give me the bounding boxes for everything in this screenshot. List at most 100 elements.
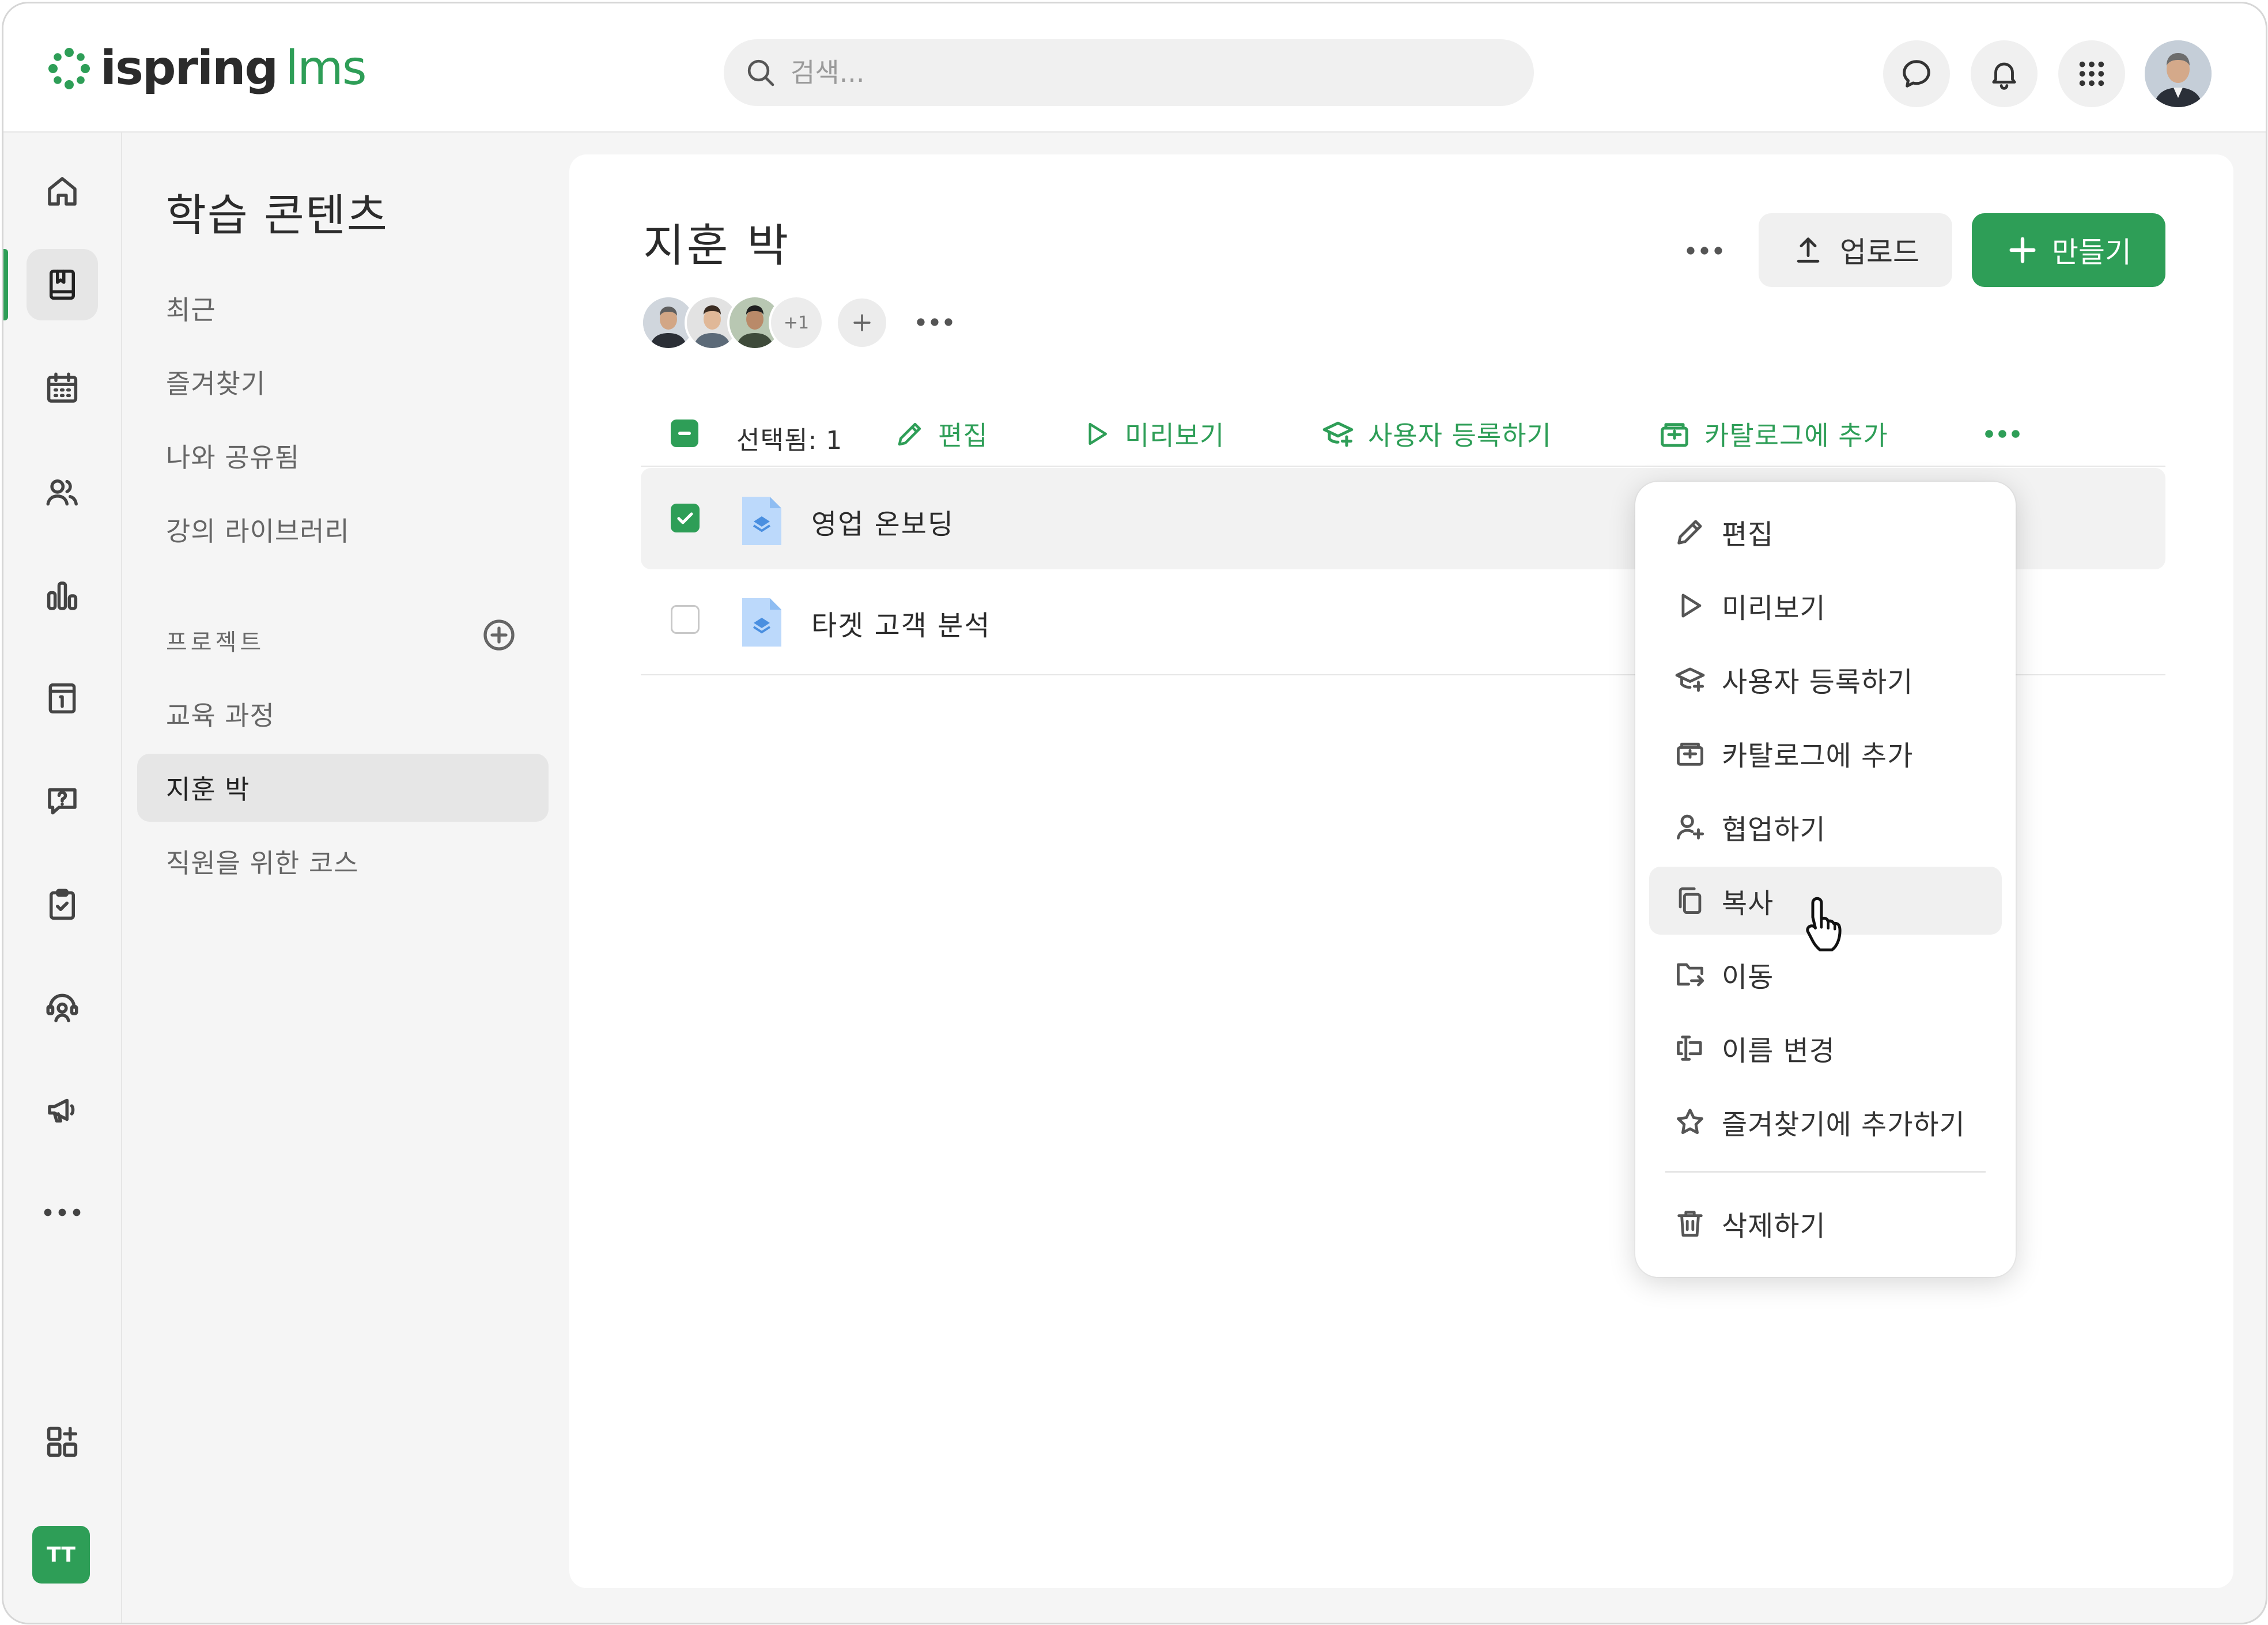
notifications-button[interactable] (1971, 40, 2038, 107)
pencil-icon (1677, 520, 1702, 545)
trash-icon (1677, 1211, 1703, 1237)
pencil-icon (898, 422, 921, 446)
logo-subtext: lms (285, 41, 366, 96)
sidebar-item-favorites[interactable]: 즐겨찾기 (166, 363, 266, 401)
sidebar-title: 학습 콘텐츠 (166, 190, 388, 241)
menu-item-label: 협업하기 (1722, 814, 1826, 846)
rail-users[interactable] (27, 456, 98, 528)
rail-learning-content[interactable] (27, 249, 98, 320)
course-file-icon (742, 497, 781, 545)
rail-announcements[interactable] (27, 1074, 98, 1146)
course-file-icon (742, 598, 781, 647)
copy-icon (1679, 887, 1702, 914)
sidebar-project-employee-courses[interactable]: 직원을 위한 코스 (166, 842, 358, 880)
add-collaborator-button[interactable] (838, 298, 886, 347)
row-checkbox[interactable] (671, 504, 700, 532)
sidebar-project-active[interactable]: 지훈 박 (166, 769, 250, 807)
menu-item-preview[interactable]: 미리보기 (1649, 572, 2002, 640)
select-all-checkbox[interactable] (671, 420, 698, 447)
add-apps-icon (47, 1426, 78, 1457)
menu-item-favorite[interactable]: 즐겨찾기에 추가하기 (1649, 1088, 2002, 1156)
selected-count: 선택됨: 1 (736, 426, 843, 455)
learning-content-icon (50, 269, 75, 300)
rail-add-apps[interactable] (27, 1406, 98, 1477)
menu-item-edit[interactable]: 편집 (1649, 498, 2002, 566)
rail-tasks[interactable] (27, 869, 98, 940)
sidebar-item-library[interactable]: 강의 라이브러리 (166, 511, 350, 549)
apps-button[interactable] (2058, 40, 2125, 107)
toolbar-enroll-button[interactable]: 사용자 등록하기 (1321, 414, 1552, 454)
toolbar-preview-label: 미리보기 (1125, 420, 1225, 451)
announcements-icon (48, 1098, 75, 1123)
toolbar-edit-button[interactable]: 편집 (894, 414, 988, 454)
context-menu: 편집 미리보기 사용자 등록하기 카탈로그에 추가 협업하기 복사 이동 이름 (1635, 482, 2016, 1277)
rail-info[interactable] (27, 663, 98, 734)
rail-active-indicator (3, 249, 8, 320)
table-divider (641, 466, 2165, 467)
menu-item-rename[interactable]: 이름 변경 (1649, 1014, 2002, 1082)
menu-item-add-catalog[interactable]: 카탈로그에 추가 (1649, 719, 2002, 787)
search-input[interactable] (789, 56, 1483, 89)
menu-item-label: 삭제하기 (1722, 1210, 1826, 1242)
rename-icon (1677, 1036, 1702, 1061)
header-more-icon[interactable] (1681, 236, 1728, 265)
toolbar-more-icon[interactable] (1982, 420, 2023, 448)
search-bar[interactable] (724, 39, 1534, 106)
graduation-cap-icon (1322, 421, 1354, 447)
tasks-icon (50, 889, 75, 920)
home-icon (48, 177, 77, 206)
toolbar-add-catalog-button[interactable]: 카탈로그에 추가 (1657, 414, 1888, 454)
move-folder-icon (1677, 963, 1704, 987)
menu-item-delete[interactable]: 삭제하기 (1649, 1189, 2002, 1257)
calendar-icon (47, 372, 78, 403)
create-button[interactable]: 만들기 (1972, 213, 2165, 287)
rail-help[interactable] (27, 765, 98, 837)
help-icon (48, 788, 77, 815)
info-icon (48, 683, 76, 714)
menu-item-label: 이동 (1722, 961, 1774, 993)
upload-label: 업로드 (1840, 236, 1919, 269)
app-window: ispring lms 검색... TT 학습 콘텐츠 최근 즐겨찾기 나와 공… (2, 2, 2267, 1624)
upload-button[interactable]: 업로드 (1759, 213, 1952, 287)
more-collaborators-badge[interactable]: +1 (769, 295, 824, 350)
top-bar: ispring lms (3, 3, 2266, 133)
reports-icon (47, 581, 78, 610)
user-avatar[interactable] (2145, 40, 2212, 107)
sidebar-project-courses[interactable]: 교육 과정 (166, 695, 275, 733)
rail-support[interactable] (27, 972, 98, 1043)
add-project-icon[interactable] (481, 617, 517, 653)
chat-icon (1903, 60, 1930, 88)
course-name[interactable]: 타겟 고객 분석 (811, 603, 991, 643)
sidebar-item-recent[interactable]: 최근 (166, 289, 216, 327)
user-initials-badge[interactable]: TT (32, 1526, 90, 1584)
hand-cursor-icon (1806, 897, 1842, 951)
selection-toolbar: 선택됨: 1 편집 미리보기 사용자 등록하기 카탈로그에 추가 (641, 402, 2162, 466)
course-name[interactable]: 영업 온보딩 (811, 501, 954, 542)
ispring-logo[interactable]: ispring lms (46, 41, 367, 96)
icon-rail: TT (3, 133, 122, 1623)
catalog-icon (1677, 742, 1703, 766)
chat-button[interactable] (1883, 40, 1950, 107)
rail-more[interactable] (27, 1177, 98, 1248)
rail-calendar[interactable] (27, 353, 98, 424)
toolbar-preview-button[interactable]: 미리보기 (1081, 414, 1224, 454)
menu-item-label: 사용자 등록하기 (1722, 666, 1914, 698)
rail-reports[interactable] (27, 560, 98, 632)
rail-home[interactable] (27, 156, 98, 227)
apps-grid-icon (2079, 61, 2104, 86)
menu-item-enroll[interactable]: 사용자 등록하기 (1649, 645, 2002, 713)
star-icon (1677, 1109, 1703, 1135)
content-sidebar: 학습 콘텐츠 최근 즐겨찾기 나와 공유됨 강의 라이브러리 프로젝트 교육 과… (122, 133, 566, 1623)
menu-separator (1665, 1171, 1986, 1173)
more-icon (44, 1208, 81, 1216)
plus-icon (853, 314, 871, 331)
collaborators-more-icon[interactable] (912, 308, 958, 337)
search-icon (747, 59, 774, 86)
menu-item-label: 복사 (1722, 887, 1774, 920)
upload-icon (1797, 237, 1820, 263)
menu-item-collaborate[interactable]: 협업하기 (1649, 793, 2002, 861)
row-checkbox[interactable] (671, 605, 700, 634)
play-icon (1681, 594, 1702, 618)
sidebar-item-shared[interactable]: 나와 공유됨 (166, 437, 300, 475)
add-user-icon (1677, 814, 1704, 840)
